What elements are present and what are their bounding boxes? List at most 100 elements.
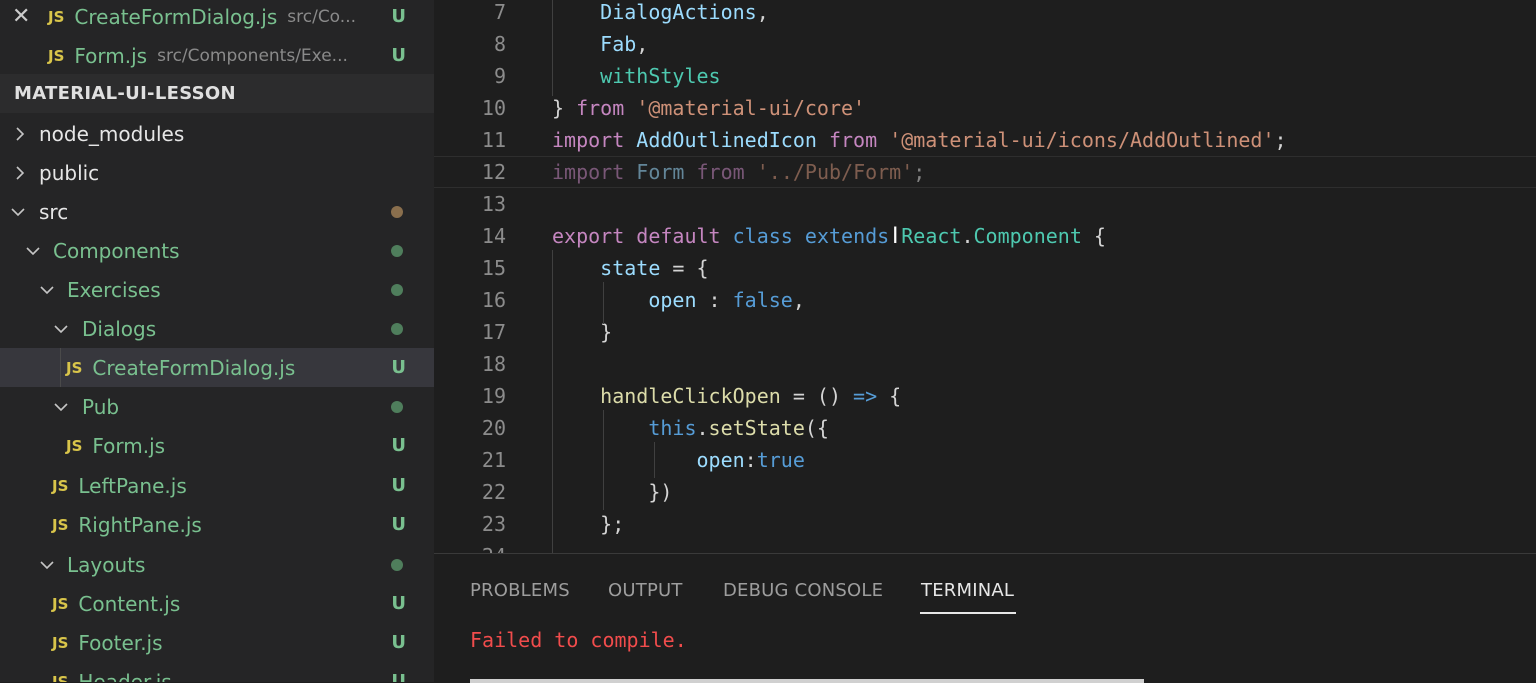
js-file-icon: JS — [52, 515, 69, 534]
code-token: from — [696, 160, 745, 184]
code-token: '@material-ui/core' — [636, 96, 866, 120]
terminal-output-bar — [470, 679, 1144, 683]
line-number: 14 — [481, 224, 506, 248]
tree-file-createformdialog[interactable]: JS CreateFormDialog.js U — [0, 348, 434, 387]
code-text: DialogActions, — [552, 0, 769, 28]
code-line[interactable]: 8 Fab, — [434, 28, 1536, 60]
tab-debug-console[interactable]: DEBUG CONSOLE — [723, 580, 883, 601]
indent-guide — [603, 410, 604, 510]
code-editor[interactable]: 7 DialogActions, 8 Fab, 9 withStyles 10} fr… — [434, 0, 1536, 553]
line-number: 9 — [493, 64, 506, 88]
line-number: 8 — [493, 32, 506, 56]
tree-folder-public[interactable]: public — [0, 153, 434, 192]
code-line[interactable]: 18 — [434, 348, 1536, 380]
code-token: }; — [552, 512, 625, 536]
code-text: state = { — [552, 252, 708, 284]
code-token: } — [552, 96, 577, 120]
code-line[interactable]: 24 — [434, 540, 1536, 553]
tree-folder-exercises[interactable]: Exercises — [0, 270, 434, 309]
tab-terminal[interactable]: TERMINAL — [921, 580, 1014, 601]
explorer-sidebar: ✕ JS CreateFormDialog.js src/Co... U JS … — [0, 0, 434, 682]
tab-problems[interactable]: PROBLEMS — [470, 580, 570, 601]
code-token: withStyles — [552, 64, 721, 88]
code-text: import Form from '../Pub/Form'; — [552, 157, 925, 187]
code-token: ({ — [804, 416, 829, 440]
tree-folder-node-modules[interactable]: node_modules — [0, 114, 434, 153]
status-dot — [391, 558, 403, 571]
js-file-icon: JS — [52, 672, 69, 683]
code-line[interactable]: 23 }; — [434, 508, 1536, 540]
code-token: false — [732, 288, 793, 312]
code-token: open — [552, 288, 697, 312]
code-token: = () — [780, 384, 854, 408]
untracked-status: U — [391, 45, 406, 66]
code-text: Fab, — [552, 28, 648, 60]
tree-label: node_modules — [39, 121, 185, 146]
code-line[interactable]: 13 — [434, 188, 1536, 220]
code-text: }) — [552, 476, 672, 508]
tree-file-leftpane[interactable]: JS LeftPane.js U — [0, 466, 434, 505]
tree-file-form[interactable]: JS Form.js U — [0, 426, 434, 465]
line-number: 12 — [481, 160, 506, 184]
code-line[interactable]: 19 handleClickOpen = () => { — [434, 380, 1536, 412]
tree-label: public — [39, 160, 100, 185]
text-cursor-icon: I — [892, 224, 899, 249]
code-line[interactable]: 17 } — [434, 316, 1536, 348]
code-token: => — [853, 384, 878, 408]
active-tab-indicator — [920, 612, 1016, 614]
untracked-status: U — [391, 435, 406, 456]
close-icon[interactable]: ✕ — [12, 4, 30, 29]
code-line[interactable]: 15 state = { — [434, 252, 1536, 284]
code-line[interactable]: 12 import Form from '../Pub/Form'; — [434, 156, 1536, 188]
workspace-section-header[interactable]: MATERIAL-UI-LESSON — [0, 74, 434, 113]
line-number: 23 — [481, 512, 506, 536]
tree-file-rightpane[interactable]: JS RightPane.js U — [0, 505, 434, 544]
code-line[interactable]: 10} from '@material-ui/core' — [434, 92, 1536, 124]
tab-output[interactable]: OUTPUT — [608, 580, 683, 601]
untracked-status: U — [391, 357, 406, 378]
tree-file-content[interactable]: JS Content.js U — [0, 584, 434, 623]
tree-folder-components[interactable]: Components — [0, 231, 434, 270]
tree-file-header[interactable]: JS Header.js U — [0, 662, 434, 683]
tree-label: RightPane.js — [78, 512, 202, 537]
chevron-down-icon — [10, 204, 26, 220]
code-token: extends — [804, 224, 890, 248]
chevron-down-icon — [53, 399, 69, 415]
code-line[interactable]: 20 this.setState({ — [434, 412, 1536, 444]
line-number: 19 — [481, 384, 506, 408]
chevron-right-icon — [12, 126, 28, 142]
code-line[interactable]: 7 DialogActions, — [434, 0, 1536, 28]
tree-label: Pub — [82, 394, 120, 419]
tree-label: Components — [53, 238, 180, 263]
code-line[interactable]: 22 }) — [434, 476, 1536, 508]
code-token: import — [552, 128, 625, 152]
code-line[interactable]: 14 export default class extends React.Com… — [434, 220, 1536, 252]
bottom-panel: PROBLEMS OUTPUT DEBUG CONSOLE TERMINAL F… — [434, 553, 1536, 683]
code-line[interactable]: 16 open : false, — [434, 284, 1536, 316]
code-line[interactable]: 21 open:true — [434, 444, 1536, 476]
tree-folder-pub[interactable]: Pub — [0, 387, 434, 426]
code-line[interactable]: 11 import AddOutlinedIcon from '@material… — [434, 124, 1536, 156]
code-text: withStyles — [552, 60, 721, 92]
code-token: Fab — [552, 32, 637, 56]
tree-folder-src[interactable]: src — [0, 192, 434, 231]
tree-file-footer[interactable]: JS Footer.js U — [0, 623, 434, 662]
code-token: default — [636, 224, 721, 248]
tree-folder-layouts[interactable]: Layouts — [0, 545, 434, 584]
status-dot — [391, 400, 403, 413]
code-token: class — [732, 224, 793, 248]
code-line[interactable]: 9 withStyles — [434, 60, 1536, 92]
open-editor-createformdialog[interactable]: ✕ JS CreateFormDialog.js src/Co... U — [0, 0, 434, 36]
open-editor-form[interactable]: JS Form.js src/Components/Exe... U — [0, 36, 434, 75]
line-number: 22 — [481, 480, 506, 504]
indent-guide — [654, 442, 655, 478]
tree-folder-dialogs[interactable]: Dialogs — [0, 309, 434, 348]
